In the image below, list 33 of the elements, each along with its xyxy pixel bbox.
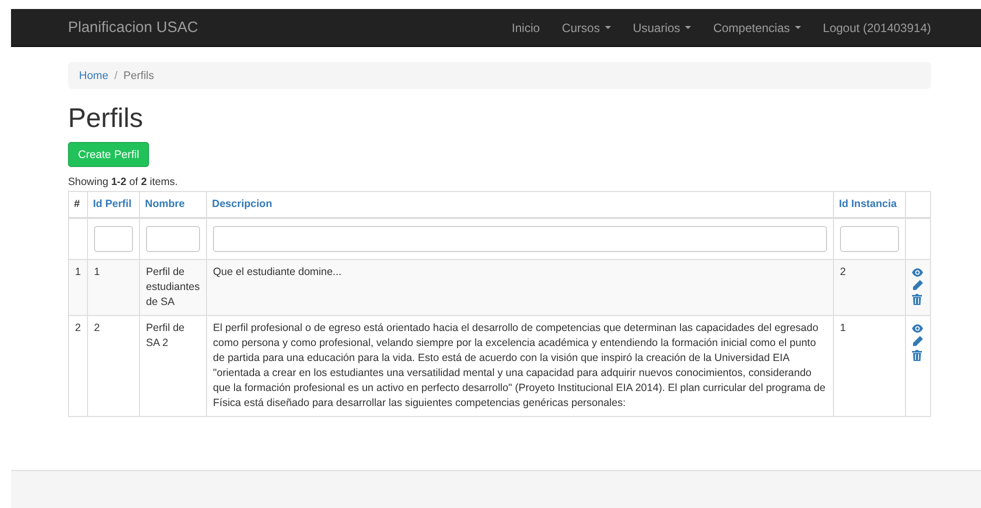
table-cell: 1 <box>840 322 846 334</box>
breadcrumb-link[interactable]: Home <box>79 70 108 82</box>
breadcrumb-separator: / <box>113 70 118 82</box>
table-cell: 2 <box>75 322 81 334</box>
page-title: Perfils <box>68 103 144 134</box>
trash-icon[interactable] <box>912 294 922 305</box>
eye-icon[interactable] <box>912 324 923 333</box>
nav-dropdown[interactable]: Usuarios <box>622 20 702 34</box>
column-sort-link[interactable]: Descripcion <box>212 198 272 210</box>
table-cell: 1 <box>75 266 81 278</box>
eye-icon[interactable] <box>912 268 923 277</box>
nav-dropdown[interactable]: Competencias <box>702 20 812 34</box>
filter-field[interactable] <box>94 226 133 252</box>
filter-field[interactable] <box>840 226 899 252</box>
breadcrumb-current: Perfils <box>123 70 154 82</box>
nav-link[interactable]: Inicio <box>500 20 551 34</box>
filter-field[interactable] <box>213 226 827 252</box>
table-cell: 1 <box>94 266 100 278</box>
table-cell: El perfil profesional o de egreso está orientado hacia el desarrollo de competencias que determinan las capacidades del egresado como persona y como profesional, velando siempre por la excelencia académica y entendiendo la formación inicial como el punto de partida para una educación para la vida. Esto está de acuerdo con la visión que inspiró la creación de la Universidad EIA "orientada a crear en los estudiantes una versatilidad mental y una capacidad para adquirir nuevos conocimientos, considerando que la formación profesional es un activo en perfecto desarrollo" (Proyeto Institucional EIA 2014). El plan curricular del programa de Física está diseñado para desarrollar las siguientes competencias genéricas personales: <box>213 322 826 409</box>
filter-field[interactable] <box>146 226 200 252</box>
table-cell: Perfil de SA 2 <box>146 322 185 349</box>
nav-dropdown[interactable]: Cursos <box>550 20 622 34</box>
column-header: # <box>74 198 80 210</box>
nav-link[interactable]: Logout (201403914) <box>812 20 931 34</box>
summary-text: Showing 1-2 of 2 items. <box>68 176 179 188</box>
trash-icon[interactable] <box>912 350 922 361</box>
pencil-icon[interactable] <box>912 280 923 291</box>
table-cell: 2 <box>94 322 100 334</box>
table-cell: 2 <box>840 266 846 278</box>
pencil-icon[interactable] <box>912 336 923 347</box>
table-cell: Que el estudiante domine... <box>213 266 342 278</box>
table-cell: Perfil de estudiantes de SA <box>146 266 200 308</box>
brand-name[interactable]: Planificacion USAC <box>68 19 198 36</box>
